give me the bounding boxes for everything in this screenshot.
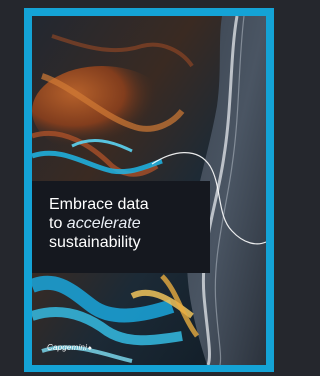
- headline-line-2: to accelerate: [49, 214, 200, 233]
- spade-icon: ♠: [88, 345, 92, 352]
- brand-name: Capgemini: [47, 343, 88, 352]
- headline-line-3: sustainability: [49, 234, 141, 251]
- headline-line-1: Embrace data: [49, 196, 149, 213]
- headline-panel: Embrace data to accelerate sustainabilit…: [32, 181, 210, 273]
- cover-frame[interactable]: Embrace data to accelerate sustainabilit…: [24, 8, 274, 372]
- headline-line-2-prefix: to: [49, 215, 63, 232]
- headline-accent-word: accelerate: [66, 215, 141, 232]
- cover-card[interactable]: Embrace data to accelerate sustainabilit…: [32, 16, 266, 365]
- brand-logo: Capgemini♠: [47, 343, 92, 352]
